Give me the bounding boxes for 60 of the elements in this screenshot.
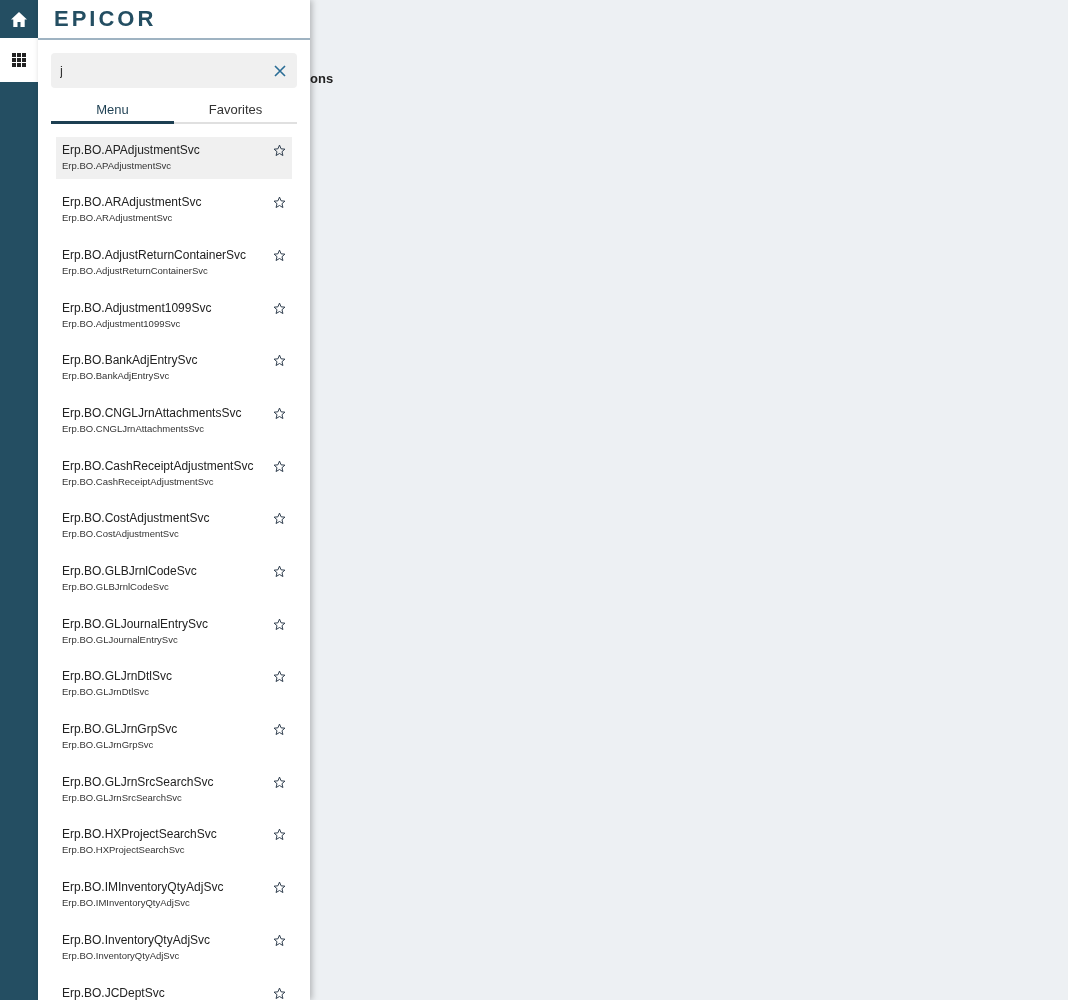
item-title: Erp.BO.APAdjustmentSvc [62,142,201,158]
item-subtitle: Erp.BO.BankAdjEntrySvc [62,369,171,383]
item-title: Erp.BO.GLJrnSrcSearchSvc [62,774,215,790]
item-title: Erp.BO.GLJrnDtlSvc [62,669,174,685]
star-icon[interactable] [273,459,286,473]
item-title: Erp.BO.HXProjectSearchSvc [62,827,218,843]
item-title: Erp.BO.IMInventoryQtyAdjSvc [62,880,225,896]
item-subtitle: Erp.BO.HXProjectSearchSvc [62,843,186,857]
heading-text: ons [310,71,334,86]
item-title: Erp.BO.ARAdjustmentSvc [62,195,203,211]
item-subtitle: Erp.BO.ARAdjustmentSvc [62,211,174,225]
item-title: Erp.BO.JCDeptSvc [62,985,166,1000]
item-subtitle: Erp.BO.CashReceiptAdjustmentSvc [62,474,215,488]
star-icon[interactable] [273,301,286,315]
item-subtitle: Erp.BO.GLJournalEntrySvc [62,632,179,646]
star-icon[interactable] [273,828,286,842]
item-subtitle: Erp.BO.AdjustReturnContainerSvc [62,263,209,277]
grid-icon [12,53,26,67]
item-subtitle: Erp.BO.GLJrnDtlSvc [62,685,151,699]
item-title: Erp.BO.CostAdjustmentSvc [62,511,211,527]
star-icon[interactable] [273,248,286,262]
item-title: Erp.BO.GLJournalEntrySvc [62,616,210,632]
item-title: Erp.BO.BankAdjEntrySvc [62,353,199,369]
star-icon[interactable] [273,933,286,947]
logo-text: EPICOR [54,8,157,30]
star-icon[interactable] [273,512,286,526]
star-icon[interactable] [273,881,286,895]
apps-button[interactable] [0,38,38,82]
item-subtitle: Erp.BO.InventoryQtyAdjSvc [62,948,181,962]
tab[interactable]: Favorites [174,100,297,124]
star-icon[interactable] [273,723,286,737]
item-subtitle: Erp.BO.GLBJrnlCodeSvc [62,580,170,593]
item-subtitle: Erp.BO.Adjustment1099Svc [62,316,182,330]
item-subtitle: Erp.BO.CNGLJrnAttachmentsSvc [62,421,206,435]
star-icon[interactable] [273,986,286,1000]
tab[interactable]: Menu [51,100,174,124]
item-title: Erp.BO.InventoryQtyAdjSvc [62,932,212,948]
star-icon[interactable] [273,196,286,210]
item-title: Erp.BO.CashReceiptAdjustmentSvc [62,458,255,474]
item-subtitle: Erp.BO.IMInventoryQtyAdjSvc [62,896,191,910]
star-icon[interactable] [273,143,286,157]
item-title: Erp.BO.AdjustReturnContainerSvc [62,247,248,263]
item-subtitle: Erp.BO.APAdjustmentSvc [62,158,173,172]
star-icon[interactable] [273,775,286,789]
home-icon [11,11,27,27]
star-icon[interactable] [273,406,286,420]
star-icon[interactable] [273,670,286,684]
item-title: Erp.BO.CNGLJrnAttachmentsSvc [62,405,243,421]
star-icon[interactable] [273,617,286,631]
item-title: Erp.BO.Adjustment1099Svc [62,300,213,316]
item-subtitle: Erp.BO.CostAdjustmentSvc [62,527,180,541]
item-subtitle: Erp.BO.GLJrnSrcSearchSvc [62,790,183,804]
item-title: Erp.BO.GLJrnGrpSvc [62,722,179,738]
item-subtitle: Erp.BO.GLJrnGrpSvc [62,738,155,752]
star-icon[interactable] [273,565,286,578]
search-field[interactable]: j [51,53,297,88]
menu-item[interactable]: Erp.BO.APAdjustmentSvc Erp.BO.APAdjustmentSvc [56,136,292,179]
star-icon[interactable] [273,354,286,368]
item-title: Erp.BO.GLBJrnlCodeSvc [62,564,198,579]
close-icon[interactable] [274,65,286,77]
